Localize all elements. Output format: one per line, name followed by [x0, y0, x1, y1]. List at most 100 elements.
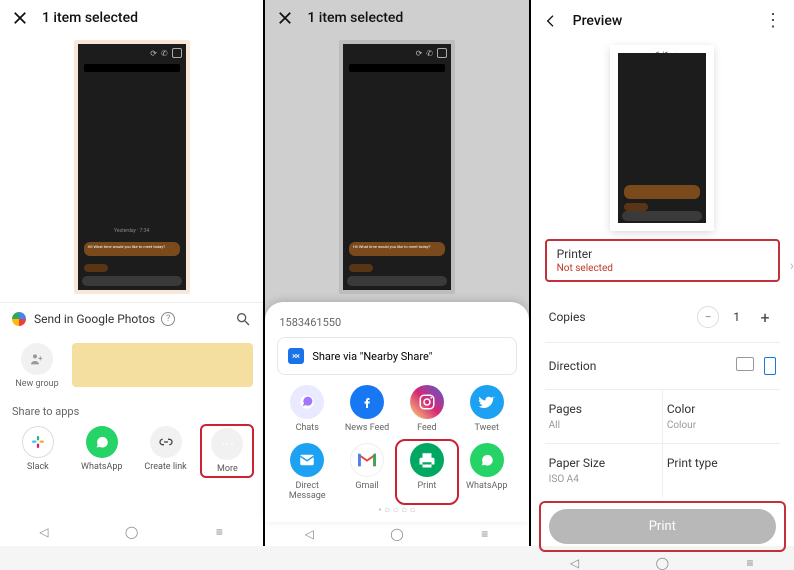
header-title: 1 item selected: [42, 10, 251, 26]
dm-icon: [290, 443, 324, 477]
send-in-google-photos-row[interactable]: Send in Google Photos ?: [0, 302, 263, 335]
copies-decrement[interactable]: −: [697, 306, 719, 328]
nav-bar: ◁ ◯ ≡: [531, 556, 794, 570]
paper-size-label: Paper Size: [549, 456, 658, 470]
pages-label: Pages: [549, 402, 658, 416]
copies-value: 1: [733, 310, 740, 324]
panel-print-preview: Preview ⋮ 1/1 Printer Not selected ›: [531, 0, 794, 546]
nav-home-icon[interactable]: ◯: [390, 527, 404, 541]
copies-stepper: − 1 +: [697, 306, 776, 328]
header: Preview ⋮: [531, 0, 794, 41]
app-whatsapp[interactable]: WhatsApp: [459, 443, 515, 501]
share-identifier: 1583461550: [277, 312, 516, 337]
pages-value: All: [549, 420, 658, 431]
paper-size-selector[interactable]: Paper Size ISO A4: [545, 444, 663, 497]
copies-row: Copies − 1 +: [545, 292, 780, 343]
app-newsfeed[interactable]: News Feed: [339, 385, 395, 433]
close-icon[interactable]: [12, 10, 28, 26]
instagram-icon: [410, 385, 444, 419]
nav-bar: ◁ ◯ ≡: [0, 518, 263, 546]
app-gmail[interactable]: Gmail: [339, 443, 395, 501]
overflow-icon[interactable]: ⋮: [764, 10, 782, 31]
chevron-right-icon: ›: [790, 258, 794, 274]
contact-suggestions[interactable]: [72, 343, 253, 387]
nav-home-icon[interactable]: ◯: [655, 556, 669, 570]
thumb-date: Yesterday · 7:34: [78, 228, 186, 234]
nearby-share-row[interactable]: Share via "Nearby Share": [277, 337, 516, 375]
nav-home-icon[interactable]: ◯: [125, 525, 139, 539]
header: 1 item selected: [0, 0, 263, 36]
app-whatsapp[interactable]: WhatsApp: [75, 426, 129, 476]
app-tweet[interactable]: Tweet: [459, 385, 515, 433]
print-icon: [410, 443, 444, 477]
page-indicator-dots: • ○ ○ ○ ○: [277, 501, 516, 520]
thumb-bubble: Hi! What time would you like to meet tod…: [84, 242, 180, 256]
print-preview-thumb[interactable]: 1/1: [531, 41, 794, 239]
nav-recent-icon[interactable]: ≡: [212, 525, 226, 539]
app-more[interactable]: ⋯ More: [200, 424, 254, 478]
paper-size-value: ISO A4: [549, 474, 658, 485]
share-to-apps-label: Share to apps: [0, 397, 263, 422]
app-chats[interactable]: Chats: [279, 385, 335, 433]
pages-selector[interactable]: Pages All: [545, 390, 663, 443]
facebook-icon: [350, 385, 384, 419]
thumb-reply: [84, 264, 108, 272]
print-type-label: Print type: [667, 456, 776, 470]
printer-label: Printer: [557, 247, 768, 261]
more-icon: ⋯: [211, 428, 243, 460]
whatsapp-icon: [470, 443, 504, 477]
twitter-icon: [470, 385, 504, 419]
help-icon[interactable]: ?: [161, 312, 175, 326]
nav-bar: ◁ ◯ ≡: [265, 522, 528, 546]
close-icon[interactable]: [277, 10, 293, 26]
search-icon[interactable]: [235, 311, 251, 327]
nav-back-icon[interactable]: ◁: [37, 525, 51, 539]
orientation-portrait[interactable]: [764, 357, 776, 375]
app-direct-message[interactable]: Direct Message: [279, 443, 335, 501]
printer-selector[interactable]: Printer Not selected: [545, 239, 780, 282]
thumb-bubble: Hi! What time would you like to meet tod…: [349, 242, 445, 256]
app-create-link[interactable]: Create link: [139, 426, 193, 476]
new-group-button[interactable]: New group: [10, 343, 64, 389]
color-selector[interactable]: Color Colour: [663, 390, 780, 443]
chats-icon: [290, 385, 324, 419]
google-photos-icon: [12, 312, 26, 326]
selected-thumbnail[interactable]: ✓ ⟳✆ Hi! What time would you like to mee…: [265, 36, 528, 302]
color-label: Color: [667, 402, 776, 416]
header: 1 item selected: [265, 0, 528, 36]
print-button[interactable]: Print: [549, 509, 776, 544]
slack-icon: [22, 426, 54, 458]
app-feed[interactable]: Feed: [399, 385, 455, 433]
header-title: 1 item selected: [307, 10, 516, 26]
share-apps-row: Slack WhatsApp Create link ⋯ More: [0, 422, 263, 486]
direction-label: Direction: [549, 359, 736, 373]
print-type-selector[interactable]: Print type: [663, 444, 780, 497]
nearby-share-icon: [288, 348, 304, 364]
nav-back-icon[interactable]: ◁: [302, 527, 316, 541]
share-sheet: 1583461550 Share via "Nearby Share" Chat…: [265, 302, 528, 522]
app-slack[interactable]: Slack: [11, 426, 65, 476]
print-button-highlight: Print: [539, 501, 786, 552]
app-print[interactable]: Print: [399, 443, 455, 501]
header-title: Preview: [573, 13, 764, 29]
nav-recent-icon[interactable]: ≡: [743, 556, 757, 570]
nav-back-icon[interactable]: ◁: [568, 556, 582, 570]
color-value: Colour: [667, 420, 776, 431]
nav-recent-icon[interactable]: ≡: [478, 527, 492, 541]
printer-value: Not selected: [557, 263, 768, 274]
share-grid: Chats News Feed Feed Tweet Direct Messag…: [277, 385, 516, 501]
gmail-icon: [350, 443, 384, 477]
back-icon[interactable]: [543, 13, 559, 29]
selected-thumbnail[interactable]: ✓ ⟳✆ Yesterday · 7:34 Hi! What time woul…: [0, 36, 263, 302]
panel-share-photos: 1 item selected ✓ ⟳✆ Yesterday · 7:34 Hi…: [0, 0, 265, 546]
link-icon: [150, 426, 182, 458]
whatsapp-icon: [86, 426, 118, 458]
print-settings: Printer Not selected › Copies − 1 + Dire…: [531, 239, 794, 497]
copies-label: Copies: [549, 310, 698, 324]
orientation-landscape[interactable]: [736, 357, 754, 371]
send-label: Send in Google Photos: [34, 312, 155, 326]
panel-share-sheet: 1 item selected ✓ ⟳✆ Hi! What time would…: [265, 0, 530, 546]
direction-row: Direction: [545, 343, 780, 390]
contacts-row: New group: [0, 335, 263, 397]
copies-increment[interactable]: +: [754, 306, 776, 328]
